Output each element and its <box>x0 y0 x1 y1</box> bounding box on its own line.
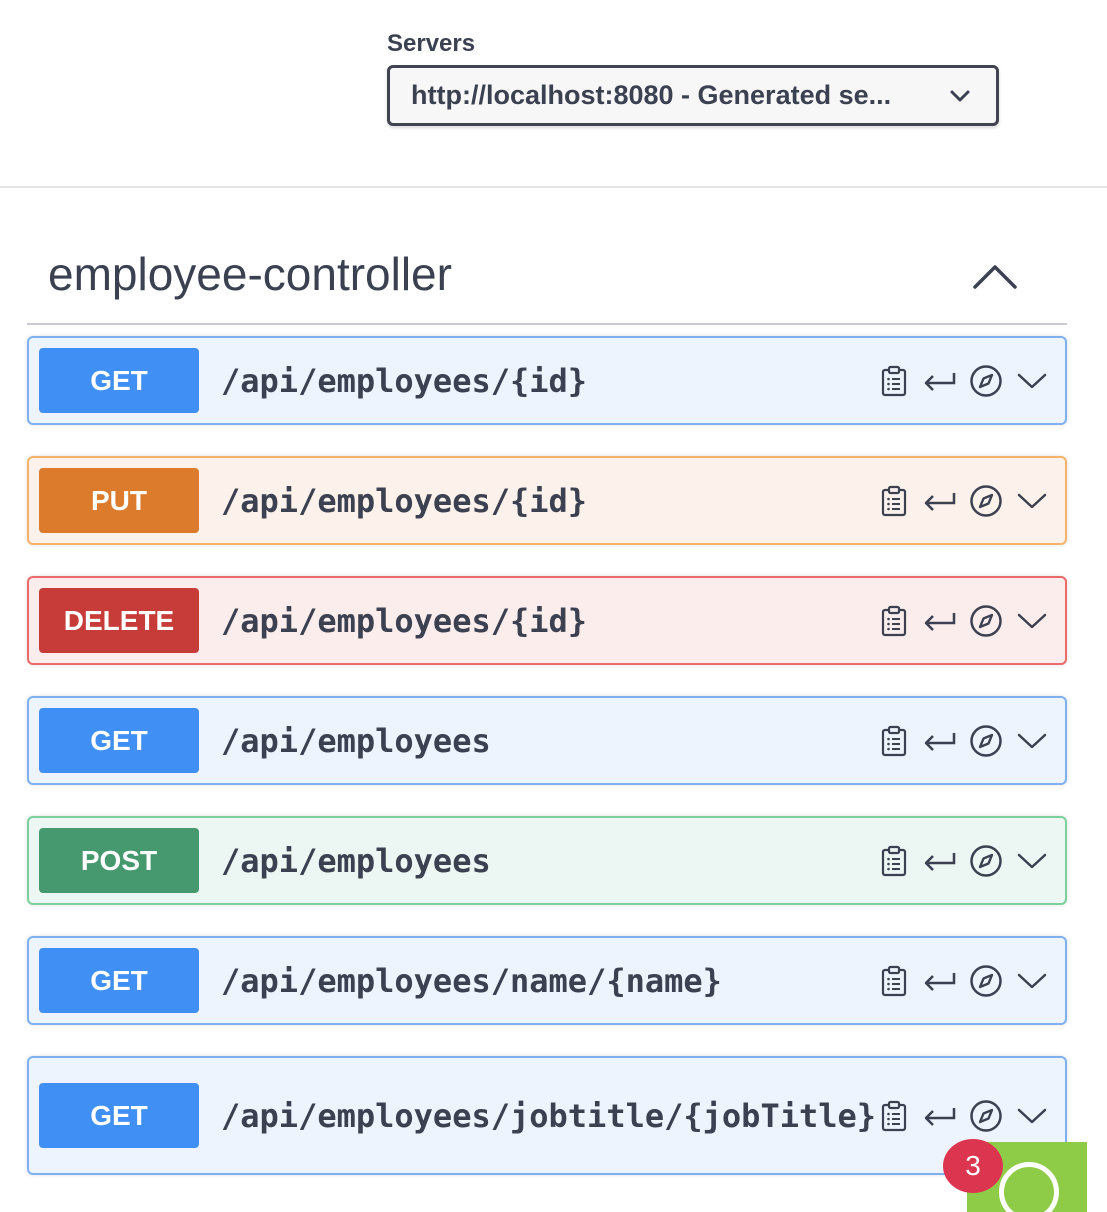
operation-actions <box>877 364 1049 398</box>
method-badge: GET <box>39 948 199 1013</box>
method-badge: GET <box>39 708 199 773</box>
operation-delete-employee-by-id[interactable]: DELETE /api/employees/{id} <box>27 576 1067 665</box>
method-badge: GET <box>39 1083 199 1148</box>
chevron-down-icon[interactable] <box>1015 964 1049 998</box>
section-divider <box>0 186 1107 188</box>
operation-path: /api/employees <box>221 841 491 880</box>
operation-path: /api/employees/name/{name} <box>221 961 722 1000</box>
clipboard-icon[interactable] <box>877 484 911 518</box>
operation-get-employees[interactable]: GET /api/employees <box>27 696 1067 785</box>
operation-get-employees-by-jobtitle[interactable]: GET /api/employees/jobtitle/{jobTitle} <box>27 1056 1067 1175</box>
operation-post-employees[interactable]: POST /api/employees <box>27 816 1067 905</box>
clipboard-icon[interactable] <box>877 724 911 758</box>
return-icon[interactable] <box>923 1099 957 1133</box>
operation-path: /api/employees/jobtitle/{jobTitle} <box>221 1096 877 1135</box>
clipboard-icon[interactable] <box>877 844 911 878</box>
method-badge: DELETE <box>39 588 199 653</box>
method-badge: PUT <box>39 468 199 533</box>
tag-header-employee-controller[interactable]: employee-controller <box>27 236 1067 325</box>
clipboard-icon[interactable] <box>877 964 911 998</box>
compass-icon[interactable] <box>969 844 1003 878</box>
operation-get-employee-by-id[interactable]: GET /api/employees/{id} <box>27 336 1067 425</box>
operation-actions <box>877 724 1049 758</box>
chevron-down-icon[interactable] <box>1015 844 1049 878</box>
operation-path: /api/employees/{id} <box>221 601 588 640</box>
return-icon[interactable] <box>923 604 957 638</box>
chevron-up-icon[interactable] <box>971 252 1019 300</box>
operation-path: /api/employees/{id} <box>221 481 588 520</box>
operation-actions <box>877 604 1049 638</box>
return-icon[interactable] <box>923 724 957 758</box>
servers-selected-value: http://localhost:8080 - Generated se... <box>411 80 892 110</box>
compass-icon[interactable] <box>969 964 1003 998</box>
operation-actions <box>877 844 1049 878</box>
operation-get-employees-by-name[interactable]: GET /api/employees/name/{name} <box>27 936 1067 1025</box>
chevron-down-icon[interactable] <box>1015 604 1049 638</box>
operation-actions <box>877 964 1049 998</box>
servers-select[interactable]: http://localhost:8080 - Generated se... <box>387 65 999 126</box>
return-icon[interactable] <box>923 364 957 398</box>
chevron-down-icon[interactable] <box>1015 364 1049 398</box>
method-badge: GET <box>39 348 199 413</box>
compass-icon[interactable] <box>969 604 1003 638</box>
clipboard-icon[interactable] <box>877 604 911 638</box>
compass-icon[interactable] <box>969 364 1003 398</box>
operation-actions <box>877 1099 1049 1133</box>
return-icon[interactable] <box>923 484 957 518</box>
clipboard-icon[interactable] <box>877 1099 911 1133</box>
return-icon[interactable] <box>923 844 957 878</box>
compass-icon[interactable] <box>969 724 1003 758</box>
chat-bubble-icon <box>999 1162 1059 1212</box>
compass-icon[interactable] <box>969 1099 1003 1133</box>
chevron-down-icon[interactable] <box>1015 724 1049 758</box>
notification-badge: 3 <box>943 1139 1003 1193</box>
clipboard-icon[interactable] <box>877 364 911 398</box>
chevron-down-icon[interactable] <box>1015 484 1049 518</box>
operation-actions <box>877 484 1049 518</box>
return-icon[interactable] <box>923 964 957 998</box>
servers-label: Servers <box>387 30 476 57</box>
method-badge: POST <box>39 828 199 893</box>
compass-icon[interactable] <box>969 484 1003 518</box>
servers-section: Servers http://localhost:8080 - Generate… <box>387 30 999 126</box>
tag-name: employee-controller <box>48 248 452 300</box>
operation-put-employee-by-id[interactable]: PUT /api/employees/{id} <box>27 456 1067 545</box>
chevron-down-icon[interactable] <box>1015 1099 1049 1133</box>
operation-path: /api/employees <box>221 721 491 760</box>
chevron-down-icon <box>948 84 972 108</box>
operation-path: /api/employees/{id} <box>221 361 588 400</box>
